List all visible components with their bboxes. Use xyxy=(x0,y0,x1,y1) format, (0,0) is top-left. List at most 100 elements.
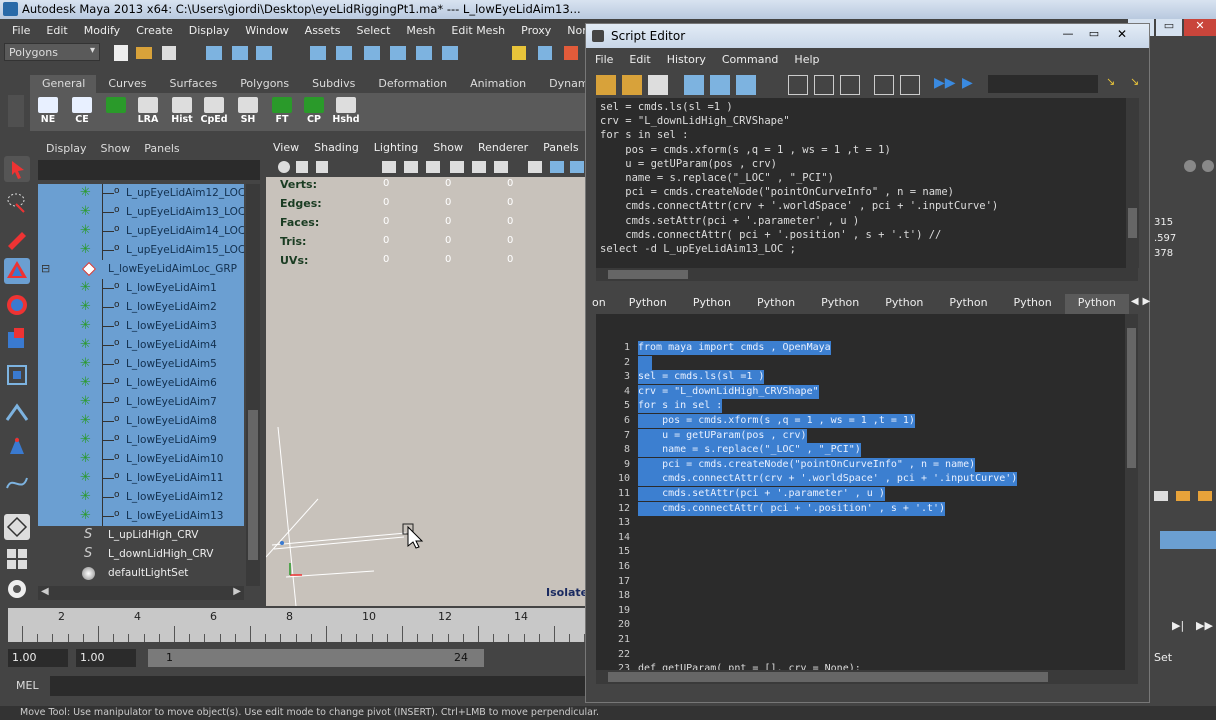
script-input-pane[interactable]: 1234567891011121314151617181920212223242… xyxy=(596,314,1138,684)
scroll-right-icon[interactable]: ▶ xyxy=(233,586,241,597)
script-editor-title-bar[interactable]: Script Editor — ▭ ✕ xyxy=(586,24,1149,48)
rotate-tool-icon[interactable] xyxy=(4,292,30,318)
script-tab[interactable]: Python xyxy=(936,294,1000,314)
cmdline-language-label[interactable]: MEL xyxy=(16,679,39,692)
viewport-menu-item[interactable]: Lighting xyxy=(367,140,426,157)
list-icon[interactable] xyxy=(900,75,920,95)
select-component-icon[interactable] xyxy=(256,46,272,60)
snap-grid-icon[interactable] xyxy=(310,46,326,60)
universal-manip-icon[interactable] xyxy=(4,362,30,388)
shelf-button[interactable]: CP xyxy=(300,96,328,128)
echo-commands-icon[interactable] xyxy=(684,75,704,95)
move-tool-icon[interactable] xyxy=(4,258,30,284)
search-next-icon[interactable]: ↘ xyxy=(1130,75,1150,95)
script-tab[interactable]: Python xyxy=(872,294,936,314)
history-scrollbar[interactable] xyxy=(1126,98,1139,268)
clear-input-icon[interactable] xyxy=(874,75,894,95)
outliner-row[interactable]: S L_downLidHigh_CRV xyxy=(38,545,244,564)
shelf-tab[interactable]: Deformation xyxy=(366,75,458,93)
menu-item[interactable]: File xyxy=(4,24,38,37)
clear-history-icon[interactable] xyxy=(736,75,756,95)
make-live-icon[interactable] xyxy=(416,46,432,60)
lasso-tool-icon[interactable] xyxy=(4,190,30,216)
outliner-row[interactable]: defaultLightSet xyxy=(38,564,244,583)
range-slider[interactable]: 1 24 xyxy=(148,649,484,667)
outliner-row[interactable]: ✳ o L_lowEyeLidAim12 xyxy=(38,488,244,507)
shelf-tab[interactable]: Surfaces xyxy=(158,75,229,93)
se-menu-item[interactable]: Edit xyxy=(620,51,657,71)
outliner-row[interactable]: ✳ o L_lowEyeLidAim13 xyxy=(38,507,244,526)
pane-splitter[interactable] xyxy=(586,284,1149,292)
menu-item[interactable]: Create xyxy=(128,24,181,37)
menu-item[interactable]: Proxy xyxy=(513,24,559,37)
outliner-row[interactable]: S L_upLidHigh_CRV xyxy=(38,526,244,545)
execute-all-icon[interactable]: ▶▶ xyxy=(934,75,956,95)
outliner-filter-field[interactable] xyxy=(38,160,260,180)
xray-joints-icon[interactable] xyxy=(550,161,564,173)
execute-icon[interactable]: ▶ xyxy=(962,75,982,95)
se-menu-item[interactable]: Help xyxy=(785,51,826,71)
help-icon[interactable] xyxy=(538,46,552,60)
script-tab[interactable]: Python xyxy=(1001,294,1065,314)
outliner-row[interactable]: ✳ o L_lowEyeLidAim3 xyxy=(38,317,244,336)
script-tab[interactable]: Python xyxy=(744,294,808,314)
isolate-icon[interactable] xyxy=(570,161,584,173)
xray-icon[interactable] xyxy=(528,161,542,173)
snap-curve-icon[interactable] xyxy=(336,46,352,60)
shelf-button[interactable]: Hshd xyxy=(332,96,360,128)
history-hscrollbar[interactable] xyxy=(596,268,1138,281)
select-tool-icon[interactable] xyxy=(4,156,30,182)
tabs-scroll-left-icon[interactable]: ◀ xyxy=(1129,294,1141,314)
shelf-button[interactable]: FT xyxy=(268,96,296,128)
outliner-row[interactable]: ✳ o L_upEyeLidAim12_LOC xyxy=(38,184,244,203)
se-menu-item[interactable]: Command xyxy=(713,51,786,71)
editor-hscroll-thumb[interactable] xyxy=(608,672,1048,682)
grid-toggle-icon[interactable] xyxy=(382,161,396,173)
outliner-row[interactable]: ✳ o L_upEyeLidAim15_LOC xyxy=(38,241,244,260)
code-area[interactable]: from maya import cmds , OpenMaya sel = cm… xyxy=(638,314,1118,684)
camera-select-icon[interactable] xyxy=(278,161,290,173)
editor-hscrollbar[interactable] xyxy=(596,670,1138,684)
layout-single-icon[interactable] xyxy=(4,514,30,540)
outliner-menu-item[interactable]: Show xyxy=(93,142,131,158)
viewport-menu-item[interactable]: Panels xyxy=(536,140,586,157)
save-scene-icon[interactable] xyxy=(162,46,176,60)
editor-scroll-thumb[interactable] xyxy=(1127,328,1136,468)
menu-item[interactable]: Display xyxy=(181,24,238,37)
history-icon[interactable] xyxy=(442,46,458,60)
time-slider[interactable]: 2 4 6 8 10 12 14 xyxy=(8,608,586,642)
start-time-field[interactable]: 1.00 xyxy=(8,649,68,667)
shelf-tab[interactable]: Animation xyxy=(458,75,537,93)
select-hierarchy-icon[interactable] xyxy=(206,46,222,60)
layer-row[interactable] xyxy=(1160,531,1216,549)
shelf-button[interactable]: NE xyxy=(34,96,62,128)
outliner-row[interactable]: ✳ o L_lowEyeLidAim11 xyxy=(38,469,244,488)
outliner-row[interactable]: ✳ o L_lowEyeLidAim4 xyxy=(38,336,244,355)
show-input-icon[interactable] xyxy=(814,75,834,95)
viewport-menu-item[interactable]: Renderer xyxy=(471,140,536,157)
source-script-icon[interactable] xyxy=(622,75,642,95)
open-script-icon[interactable] xyxy=(596,75,616,95)
textured-icon[interactable] xyxy=(450,161,464,173)
lights-icon[interactable] xyxy=(472,161,486,173)
script-search-field[interactable] xyxy=(988,75,1098,93)
menu-item[interactable]: Assets xyxy=(297,24,349,37)
layout-four-icon[interactable] xyxy=(4,546,30,572)
show-manip-icon[interactable] xyxy=(4,434,30,460)
outliner-menu-item[interactable]: Panels xyxy=(136,142,179,158)
history-hscroll-thumb[interactable] xyxy=(608,270,688,279)
shelf-button[interactable]: CpEd xyxy=(200,96,228,128)
shelf-grip[interactable] xyxy=(8,95,24,127)
menu-item[interactable]: Window xyxy=(237,24,296,37)
open-scene-icon[interactable] xyxy=(136,47,152,59)
paint-select-icon[interactable] xyxy=(4,226,30,252)
shelf-tab[interactable]: Curves xyxy=(96,75,157,93)
outliner-scrollbar[interactable] xyxy=(246,184,260,586)
command-input[interactable] xyxy=(50,676,586,696)
se-close-button[interactable]: ✕ xyxy=(1110,27,1134,43)
smooth-shade-icon[interactable] xyxy=(426,161,440,173)
shelf-tab[interactable]: Subdivs xyxy=(300,75,366,93)
wireframe-icon[interactable] xyxy=(404,161,418,173)
outliner-row[interactable]: ✳ o L_upEyeLidAim14_LOC xyxy=(38,222,244,241)
shelf-tab[interactable]: General xyxy=(30,75,97,93)
